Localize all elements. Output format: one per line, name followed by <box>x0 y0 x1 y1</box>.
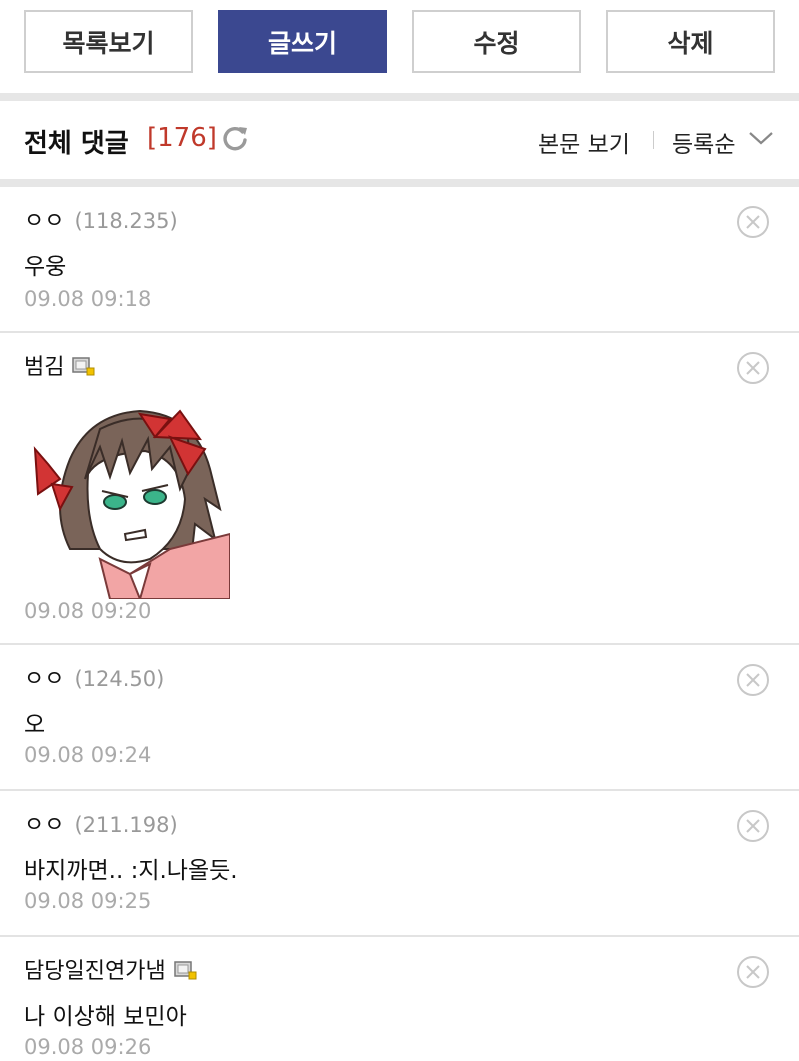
author-name: 범김 <box>24 355 65 380</box>
author-name: ㅇㅇ <box>24 813 65 838</box>
comments-count: [176] <box>147 123 217 153</box>
board-toolbar: 목록보기 글쓰기 수정 삭제 <box>0 0 799 93</box>
close-icon[interactable] <box>736 955 770 989</box>
comment-date: 09.08 09:25 <box>24 889 152 913</box>
comment-date: 09.08 09:20 <box>24 599 152 623</box>
author-ip: (211.198) <box>74 813 178 837</box>
refresh-icon[interactable] <box>220 123 250 153</box>
section-divider <box>0 179 799 187</box>
comment-text: 오 <box>24 712 46 738</box>
edit-button[interactable]: 수정 <box>412 10 581 73</box>
close-icon[interactable] <box>736 351 770 385</box>
gallery-user-icon <box>72 357 95 376</box>
author-name: 담당일진연가냄 <box>24 959 166 984</box>
list-button[interactable]: 목록보기 <box>24 10 193 73</box>
chevron-down-icon[interactable] <box>748 129 774 147</box>
write-button[interactable]: 글쓰기 <box>218 10 387 73</box>
comment-date: 09.08 09:18 <box>24 287 152 311</box>
close-icon[interactable] <box>736 205 770 239</box>
section-divider <box>0 93 799 101</box>
close-icon[interactable] <box>736 663 770 697</box>
comment-text: 나 이상해 보민아 <box>24 1004 187 1030</box>
comment-author: ㅇㅇ (211.198) <box>24 807 178 839</box>
comment-date: 09.08 09:26 <box>24 1035 152 1059</box>
comment-item: 담당일진연가냄 나 이상해 보민아 09.08 09:26 <box>0 937 799 1061</box>
comments-title: 전체 댓글 <box>24 129 129 159</box>
comment-item: ㅇㅇ (124.50) 오 09.08 09:24 <box>0 645 799 791</box>
sort-select[interactable]: 등록순 <box>672 125 735 159</box>
comment-item: ㅇㅇ (211.198) 바지까면.. :지.나올듯. 09.08 09:25 <box>0 791 799 937</box>
view-body-link[interactable]: 본문 보기 <box>538 125 630 159</box>
comment-author: ㅇㅇ (118.235) <box>24 203 178 235</box>
comment-author: 담당일진연가냄 <box>24 953 198 985</box>
comments-header: 전체 댓글 [176] 본문 보기 등록순 <box>0 101 799 179</box>
delete-button[interactable]: 삭제 <box>606 10 775 73</box>
anime-sticker-image <box>30 399 230 599</box>
comment-author: ㅇㅇ (124.50) <box>24 661 164 693</box>
comment-text: 우웅 <box>24 254 67 280</box>
comment-author: 범김 <box>24 349 96 381</box>
author-name: ㅇㅇ <box>24 667 65 692</box>
comment-date: 09.08 09:24 <box>24 743 152 767</box>
comment-item: ㅇㅇ (118.235) 우웅 09.08 09:18 <box>0 187 799 333</box>
header-divider <box>653 131 654 149</box>
author-ip: (124.50) <box>74 667 165 691</box>
author-ip: (118.235) <box>74 209 178 233</box>
author-name: ㅇㅇ <box>24 209 65 234</box>
gallery-user-icon <box>173 961 197 980</box>
comment-text: 바지까면.. :지.나올듯. <box>24 858 238 884</box>
comment-item: 범김 09.08 09:20 <box>0 333 799 645</box>
close-icon[interactable] <box>736 809 770 843</box>
